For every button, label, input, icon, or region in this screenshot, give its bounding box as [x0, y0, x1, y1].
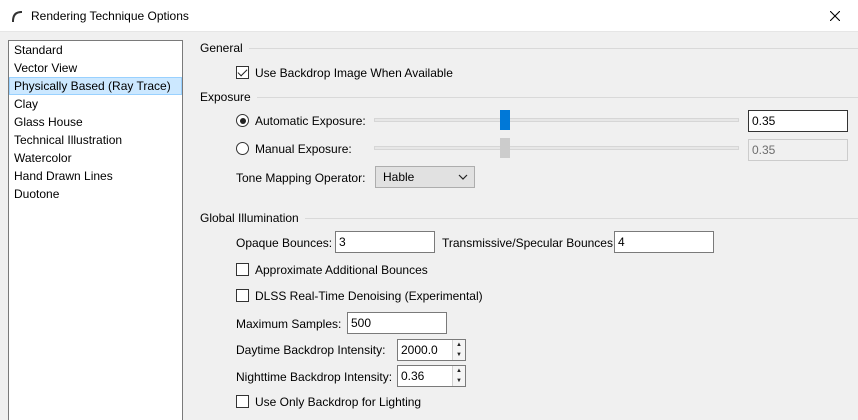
daytime-intensity-label: Daytime Backdrop Intensity: — [236, 343, 386, 357]
opaque-bounces-label: Opaque Bounces: — [236, 236, 333, 250]
chevron-down-icon — [458, 174, 468, 180]
dlss-label: DLSS Real-Time Denoising (Experimental) — [255, 289, 483, 303]
daytime-intensity-value: 2000.0 — [401, 343, 438, 357]
daytime-intensity-input[interactable]: 2000.0 ▲ ▼ — [397, 339, 466, 361]
general-divider — [200, 48, 858, 49]
title-bar: Rendering Technique Options — [0, 0, 858, 32]
technique-item-standard[interactable]: Standard — [9, 41, 182, 59]
tone-mapping-label: Tone Mapping Operator: — [236, 171, 366, 185]
use-backdrop-label: Use Backdrop Image When Available — [255, 66, 453, 80]
max-samples-input[interactable]: 500 — [347, 312, 447, 334]
automatic-exposure-slider-thumb[interactable] — [500, 110, 510, 130]
app-icon — [12, 11, 22, 22]
nighttime-intensity-value: 0.36 — [401, 369, 425, 383]
automatic-exposure-label: Automatic Exposure: — [255, 114, 366, 128]
backdrop-lighting-label: Use Only Backdrop for Lighting — [255, 395, 422, 409]
tone-mapping-value: Hable — [383, 170, 415, 184]
tone-mapping-select[interactable]: Hable — [375, 166, 475, 188]
opaque-bounces-input[interactable]: 3 — [335, 231, 435, 253]
manual-exposure-input[interactable]: 0.35 — [748, 139, 848, 161]
use-backdrop-checkbox[interactable] — [236, 66, 249, 79]
technique-item-hand-drawn-lines[interactable]: Hand Drawn Lines — [9, 167, 182, 185]
exposure-section-label: Exposure — [200, 90, 257, 104]
nighttime-intensity-input[interactable]: 0.36 ▲ ▼ — [397, 365, 466, 387]
approx-bounces-checkbox[interactable] — [236, 263, 249, 276]
automatic-exposure-slider-track[interactable] — [374, 118, 739, 122]
manual-exposure-radio[interactable] — [236, 142, 249, 155]
technique-item-glass-house[interactable]: Glass House — [9, 113, 182, 131]
window-title: Rendering Technique Options — [31, 9, 189, 23]
manual-exposure-slider-thumb[interactable] — [500, 138, 510, 158]
backdrop-lighting-checkbox[interactable] — [236, 395, 249, 408]
manual-exposure-slider-track[interactable] — [374, 146, 739, 150]
technique-item-technical-illustration[interactable]: Technical Illustration — [9, 131, 182, 149]
nighttime-intensity-label: Nighttime Backdrop Intensity: — [236, 370, 393, 384]
transmissive-bounces-label: Transmissive/Specular Bounces: — [442, 236, 617, 250]
automatic-exposure-radio[interactable] — [236, 114, 249, 127]
automatic-exposure-input[interactable]: 0.35 — [748, 110, 848, 132]
technique-item-clay[interactable]: Clay — [9, 95, 182, 113]
transmissive-bounces-input[interactable]: 4 — [614, 231, 714, 253]
technique-item-watercolor[interactable]: Watercolor — [9, 149, 182, 167]
max-samples-label: Maximum Samples: — [236, 317, 342, 331]
nighttime-intensity-spinner[interactable]: ▲ ▼ — [452, 366, 465, 386]
technique-item-duotone[interactable]: Duotone — [9, 185, 182, 203]
daytime-intensity-spinner[interactable]: ▲ ▼ — [452, 340, 465, 360]
technique-item-physically-based[interactable]: Physically Based (Ray Trace) — [9, 77, 182, 95]
manual-exposure-label: Manual Exposure: — [255, 142, 352, 156]
technique-list[interactable]: Standard Vector View Physically Based (R… — [8, 40, 183, 420]
exposure-divider — [200, 97, 858, 98]
close-button[interactable] — [812, 0, 858, 32]
technique-item-vector-view[interactable]: Vector View — [9, 59, 182, 77]
approx-bounces-label: Approximate Additional Bounces — [255, 263, 428, 277]
dlss-checkbox[interactable] — [236, 289, 249, 302]
global-illumination-section-label: Global Illumination — [200, 211, 305, 225]
close-icon — [830, 11, 840, 21]
general-section-label: General — [200, 41, 249, 55]
spin-down-icon[interactable]: ▼ — [453, 350, 465, 360]
spin-down-icon[interactable]: ▼ — [453, 376, 465, 386]
